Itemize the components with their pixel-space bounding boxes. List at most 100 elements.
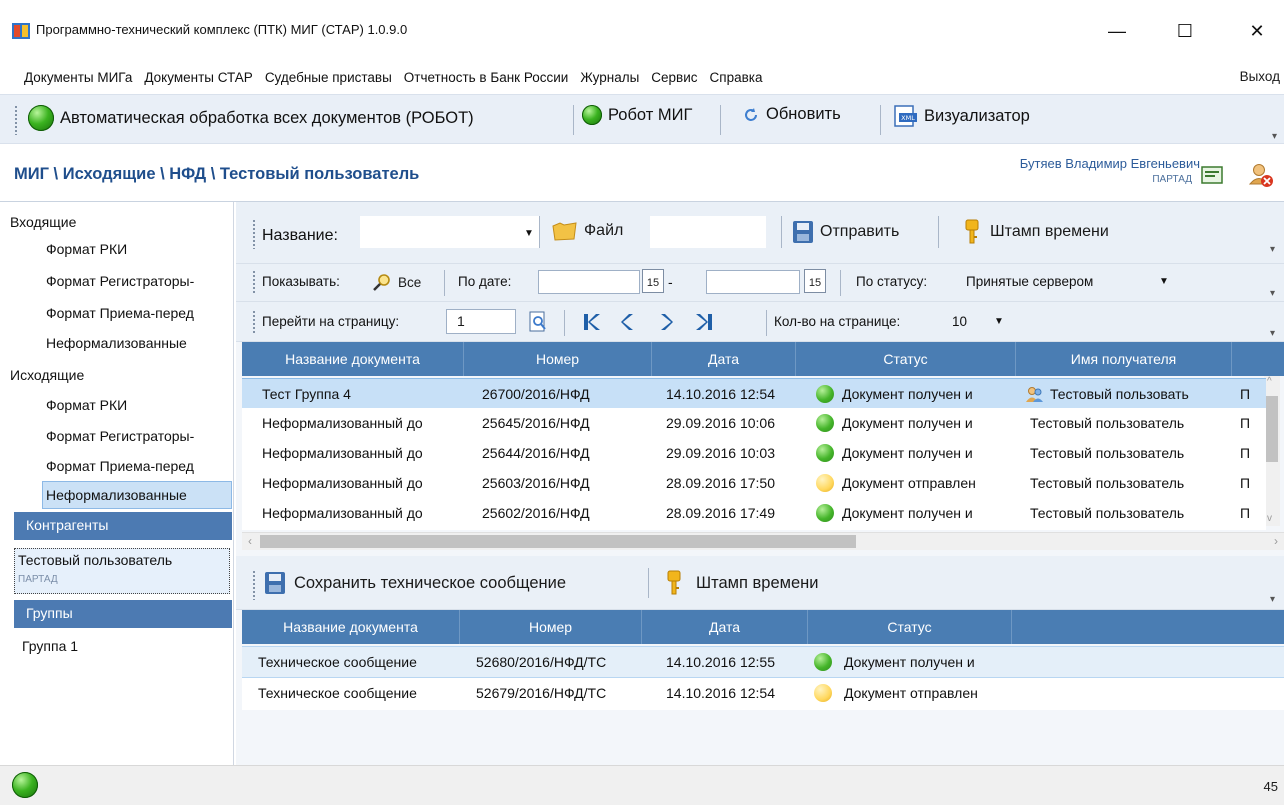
file-path-input[interactable] <box>650 216 766 248</box>
menu-star-documents[interactable]: Документы СТАР <box>138 70 258 85</box>
nav-incoming-transfer[interactable]: Формат Приема-перед <box>46 305 226 321</box>
toolbar-overflow-icon[interactable]: ▾ <box>1272 131 1277 142</box>
last-page-icon[interactable] <box>694 313 714 331</box>
chevron-down-icon[interactable]: ▼ <box>524 228 534 239</box>
vertical-scroll-thumb[interactable] <box>1266 396 1278 462</box>
column-header-name[interactable]: Название документа <box>242 342 464 376</box>
scroll-right-icon[interactable]: › <box>1274 534 1278 548</box>
close-button[interactable]: ✕ <box>1234 14 1280 48</box>
chevron-down-icon[interactable]: ▼ <box>1159 276 1169 287</box>
documents-horizontal-scrollbar[interactable]: ‹ › <box>242 532 1284 550</box>
toolbar-grip[interactable] <box>252 310 256 334</box>
column-header-number[interactable]: Номер <box>464 342 652 376</box>
cell-date: 14.10.2016 12:55 <box>666 654 775 670</box>
tech-column-header-status[interactable]: Статус <box>808 610 1012 644</box>
scroll-left-icon[interactable]: ‹ <box>248 534 252 548</box>
certificate-icon[interactable] <box>1201 165 1223 185</box>
menu-service[interactable]: Сервис <box>645 70 703 85</box>
timestamp-button[interactable]: Штамп времени <box>964 219 1109 245</box>
nav-contractors-header[interactable]: Контрагенты <box>14 512 232 540</box>
toolbar-overflow-icon[interactable]: ▾ <box>1270 244 1275 255</box>
name-label: Название: <box>262 227 338 244</box>
group-item[interactable]: Группа 1 <box>22 638 78 654</box>
minimize-button[interactable]: — <box>1094 14 1140 48</box>
nav-outgoing-title[interactable]: Исходящие <box>10 367 84 383</box>
calendar-from-icon[interactable]: 15 <box>642 269 664 293</box>
toolbar-overflow-icon[interactable]: ▾ <box>1270 594 1275 605</box>
nav-outgoing-registrators[interactable]: Формат Регистраторы- <box>46 428 226 444</box>
column-header-date[interactable]: Дата <box>652 342 796 376</box>
refresh-button[interactable]: Обновить <box>742 105 841 124</box>
table-row[interactable]: Неформализованный до 25644/2016/НФД 29.09.… <box>242 438 1266 470</box>
nav-incoming-informal[interactable]: Неформализованные <box>46 335 226 351</box>
tech-column-header-name[interactable]: Название документа <box>242 610 460 644</box>
menu-bank-reporting[interactable]: Отчетность в Банк России <box>398 70 575 85</box>
user-logout-icon[interactable] <box>1248 162 1274 188</box>
tech-column-header-number[interactable]: Номер <box>460 610 642 644</box>
go-to-page-icon[interactable] <box>528 311 548 333</box>
per-page-label: Кол-во на странице: <box>774 314 901 329</box>
date-from-input[interactable] <box>538 270 640 294</box>
name-combobox[interactable] <box>360 216 540 248</box>
nav-outgoing-transfer[interactable]: Формат Приема-перед <box>46 458 226 474</box>
menu-bailiffs[interactable]: Судебные приставы <box>259 70 398 85</box>
tech-timestamp-button[interactable]: Штамп времени <box>666 570 819 596</box>
nav-incoming-rki[interactable]: Формат РКИ <box>46 241 226 257</box>
auto-process-button[interactable]: Автоматическая обработка всех документов… <box>28 105 474 131</box>
toolbar-overflow-icon[interactable]: ▾ <box>1270 328 1275 339</box>
per-page-select[interactable]: 10 <box>952 314 967 329</box>
robot-mig-button[interactable]: Робот МИГ <box>582 105 692 125</box>
toolbar-grip[interactable] <box>14 105 18 135</box>
tech-column-header-date[interactable]: Дата <box>642 610 808 644</box>
date-to-input[interactable] <box>706 270 800 294</box>
scroll-up-icon[interactable]: ^ <box>1267 376 1272 387</box>
nav-incoming-registrators[interactable]: Формат Регистраторы- <box>46 273 226 289</box>
table-row[interactable]: Тест Группа 4 26700/2016/НФД 14.10.2016 12… <box>242 378 1266 410</box>
toolbar-separator <box>564 310 565 336</box>
tech-message-toolbar: Сохранить техническое сообщение Штамп вр… <box>236 556 1284 610</box>
table-row[interactable]: Неформализованный до 25645/2016/НФД 29.09.… <box>242 408 1266 440</box>
cell-name: Неформализованный до <box>262 415 423 431</box>
users-group-icon <box>1026 387 1043 402</box>
documents-vertical-scrollbar[interactable]: ^ v <box>1264 376 1280 526</box>
table-row[interactable]: Техническое сообщение 52679/2016/НФД/ТС 14… <box>242 678 1284 710</box>
save-tech-message-button[interactable]: Сохранить техническое сообщение <box>264 571 566 595</box>
nav-incoming-title[interactable]: Входящие <box>10 214 76 230</box>
nav-outgoing-rki[interactable]: Формат РКИ <box>46 397 226 413</box>
status-select[interactable]: Принятые сервером <box>966 274 1093 289</box>
scroll-down-icon[interactable]: v <box>1267 513 1272 524</box>
column-header-status[interactable]: Статус <box>796 342 1016 376</box>
first-page-icon[interactable] <box>582 313 602 331</box>
file-button[interactable]: Файл <box>552 220 623 242</box>
toolbar-overflow-icon[interactable]: ▾ <box>1270 288 1275 299</box>
nav-groups-header[interactable]: Группы <box>14 600 232 628</box>
current-user-name: Бутяев Владимир Евгеньевич <box>1019 156 1200 171</box>
menu-help[interactable]: Справка <box>704 70 769 85</box>
toolbar-grip[interactable] <box>252 570 256 600</box>
horizontal-scroll-thumb[interactable] <box>260 535 856 548</box>
toolbar-grip[interactable] <box>252 219 256 249</box>
column-header-recipient[interactable]: Имя получателя <box>1016 342 1232 376</box>
table-row[interactable]: Техническое сообщение 52680/2016/НФД/ТС 14… <box>242 646 1284 678</box>
show-all-button[interactable]: Все <box>372 272 421 292</box>
previous-page-icon[interactable] <box>620 313 636 331</box>
next-page-icon[interactable] <box>658 313 674 331</box>
visualizer-button[interactable]: XML Визуализатор <box>894 105 1030 127</box>
send-button[interactable]: Отправить <box>792 220 899 244</box>
column-header-extra[interactable] <box>1232 342 1266 376</box>
menu-mig-documents[interactable]: Документы МИГа <box>18 70 138 85</box>
maximize-icon: ☐ <box>1176 20 1194 41</box>
connection-status-icon <box>12 772 38 798</box>
calendar-to-icon[interactable]: 15 <box>804 269 826 293</box>
nav-outgoing-informal[interactable]: Неформализованные <box>46 487 226 503</box>
chevron-down-icon[interactable]: ▼ <box>994 316 1004 327</box>
table-row[interactable]: Неформализованный до 25602/2016/НФД 28.09.… <box>242 498 1266 530</box>
xml-file-icon: XML <box>894 105 917 127</box>
menu-exit[interactable]: Выход <box>1240 69 1280 84</box>
page-number-input[interactable]: 1 <box>446 309 516 334</box>
menu-journals[interactable]: Журналы <box>574 70 645 85</box>
maximize-button[interactable]: ☐ <box>1162 14 1208 48</box>
toolbar-grip[interactable] <box>252 270 256 294</box>
status-count: 45 <box>1263 779 1278 794</box>
table-row[interactable]: Неформализованный до 25603/2016/НФД 28.09.… <box>242 468 1266 500</box>
